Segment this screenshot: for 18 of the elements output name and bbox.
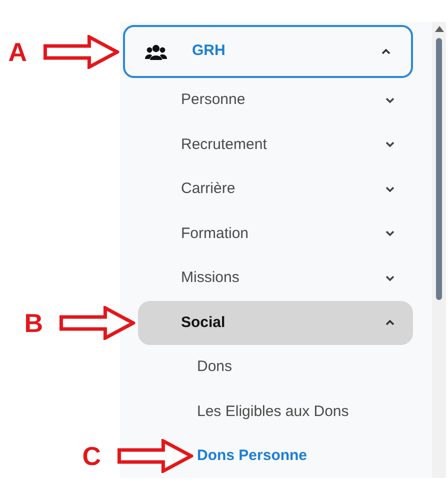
- menu-item[interactable]: Formation: [138, 212, 413, 256]
- annotation-letter: B: [24, 310, 43, 336]
- menu-item[interactable]: Recrutement: [138, 122, 413, 167]
- scrollbar[interactable]: [432, 22, 446, 478]
- submenu-item[interactable]: Les Eligibles aux Dons: [197, 400, 349, 423]
- menu-item[interactable]: Personne: [138, 78, 413, 122]
- scroll-up-icon[interactable]: [434, 26, 444, 32]
- scrollbar-thumb[interactable]: [436, 38, 442, 300]
- menu-item[interactable]: Carrière: [138, 167, 413, 212]
- menu-title: GRH: [192, 41, 226, 62]
- annotation-letter: C: [82, 443, 101, 470]
- menu-item[interactable]: Missions: [138, 256, 413, 300]
- submenu-item[interactable]: Dons Personne: [197, 445, 308, 468]
- menu-header[interactable]: GRH: [123, 25, 413, 78]
- menu-item[interactable]: Social: [138, 300, 413, 345]
- submenu-item[interactable]: Dons: [197, 356, 232, 378]
- users-icon: [145, 44, 167, 60]
- annotation-letter: A: [8, 38, 27, 64]
